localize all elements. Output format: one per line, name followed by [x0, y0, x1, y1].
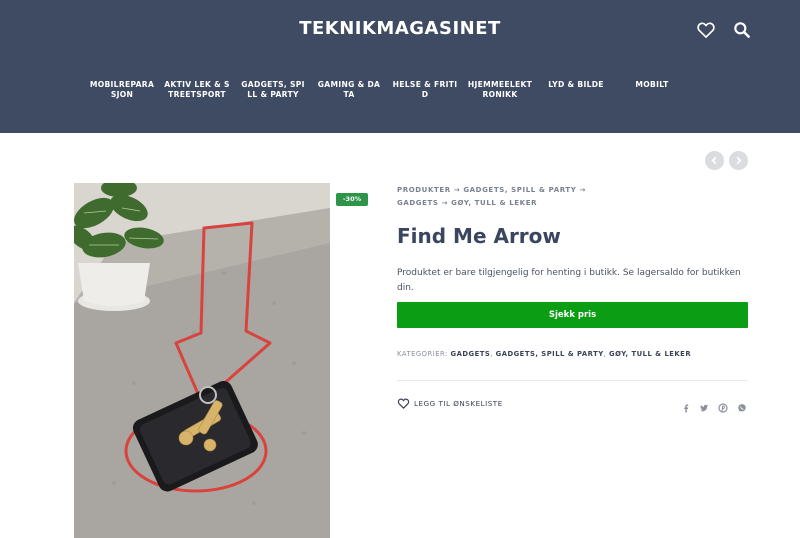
category-link-gadgets-spill-party[interactable]: GADGETS, SPILL & PARTY: [496, 350, 604, 358]
next-product-button[interactable]: [729, 151, 748, 170]
product-categories: KATEGORIER: GADGETS, GADGETS, SPILL & PA…: [397, 349, 757, 360]
breadcrumb-item-gadgets-spill-party[interactable]: GADGETS, SPILL & PARTY: [463, 186, 576, 194]
category-link-goy-tull-leker[interactable]: GØY, TULL & LEKER: [609, 350, 691, 358]
breadcrumb-separator: →: [579, 186, 586, 194]
nav-item-hjemmeelektronikk[interactable]: HJEMMEELEKTRONIKK: [467, 80, 533, 99]
check-price-button[interactable]: Sjekk pris: [397, 302, 748, 328]
pinterest-icon[interactable]: [718, 398, 728, 413]
twitter-icon[interactable]: [699, 398, 709, 412]
heart-icon: [397, 398, 410, 409]
nav-item-helse-fritid[interactable]: HELSE & FRITID: [392, 80, 458, 99]
breadcrumb: PRODUKTER → GADGETS, SPILL & PARTY → GAD…: [397, 184, 597, 210]
discount-badge: -30%: [336, 193, 368, 206]
prev-product-button[interactable]: [705, 151, 724, 170]
nav-item-gadgets-spill-party[interactable]: GADGETS, SPILL & PARTY: [240, 80, 306, 99]
chevron-left-icon: [711, 156, 717, 165]
search-icon[interactable]: [732, 20, 752, 40]
product-title: Find Me Arrow: [397, 224, 561, 248]
heart-icon[interactable]: [696, 20, 716, 40]
categories-label: KATEGORIER:: [397, 350, 448, 358]
main-nav: MOBILREPARASJON AKTIV LEK & STREETSPORT …: [0, 80, 800, 120]
breadcrumb-item-produkter[interactable]: PRODUKTER: [397, 186, 451, 194]
nav-item-aktiv-lek[interactable]: AKTIV LEK & STREETSPORT: [164, 80, 230, 99]
site-header: TEKNIKMAGASINET MOBILREPARASJON AKTIV LE…: [0, 0, 800, 133]
product-image[interactable]: [74, 183, 330, 538]
nav-item-mobilreparasjon[interactable]: MOBILREPARASJON: [89, 80, 155, 99]
breadcrumb-item-goy-tull-leker[interactable]: GØY, TULL & LEKER: [451, 199, 537, 207]
breadcrumb-item-gadgets[interactable]: GADGETS: [397, 199, 439, 207]
category-link-gadgets[interactable]: GADGETS: [451, 350, 491, 358]
wishlist-label: LEGG TIL ØNSKELISTE: [414, 399, 503, 408]
nav-item-gaming-data[interactable]: GAMING & DATA: [316, 80, 382, 99]
divider: [397, 380, 748, 381]
site-logo[interactable]: TEKNIKMAGASINET: [0, 18, 800, 39]
nav-item-mobilt[interactable]: MOBILT: [619, 80, 685, 90]
category-separator: ,: [603, 350, 607, 358]
breadcrumb-separator: →: [441, 199, 449, 207]
breadcrumb-separator: →: [453, 186, 461, 194]
facebook-icon[interactable]: [681, 398, 691, 413]
category-separator: ,: [490, 350, 493, 358]
whatsapp-icon[interactable]: [737, 398, 747, 412]
nav-item-lyd-bilde[interactable]: LYD & BILDE: [543, 80, 609, 90]
chevron-right-icon: [736, 156, 742, 165]
availability-note: Produktet er bare tilgjengelig for henti…: [397, 268, 741, 293]
